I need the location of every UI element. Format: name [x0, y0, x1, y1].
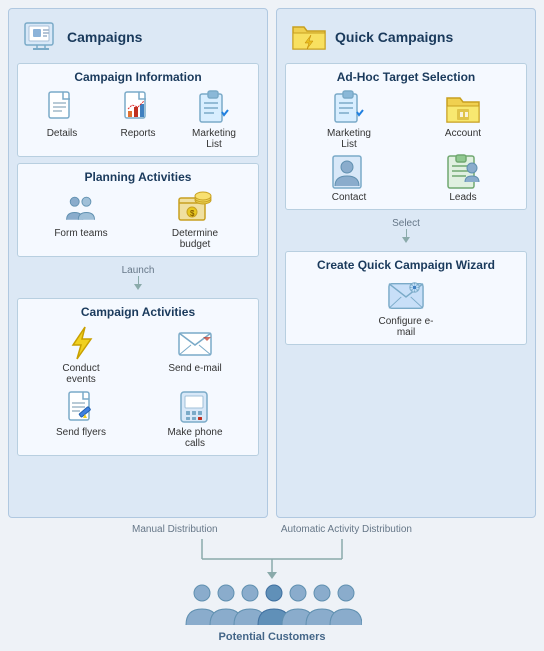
marketing-list-item[interactable]: Marketing List — [184, 90, 244, 150]
adhoc-contact-item[interactable]: Contact — [319, 154, 379, 203]
customers-label: Potential Customers — [219, 631, 326, 643]
merge-arrows-svg — [132, 539, 412, 579]
wizard-icons: Configure e-mail — [294, 278, 518, 338]
budget-label: Determine budget — [165, 228, 225, 250]
adhoc-marketing-list-item[interactable]: Marketing List — [319, 90, 379, 150]
bottom-section: Manual Distribution Automatic Activity D… — [8, 524, 536, 643]
quick-campaigns-title: Quick Campaigns — [335, 29, 453, 45]
adhoc-account-label: Account — [445, 128, 481, 139]
campaigns-title: Campaigns — [67, 29, 142, 45]
phone-icon — [177, 389, 213, 425]
adhoc-marketing-list-label: Marketing List — [319, 128, 379, 150]
details-item[interactable]: Details — [32, 90, 92, 139]
adhoc-title: Ad-Hoc Target Selection — [294, 70, 518, 84]
wizard-box: Create Quick Campaign Wizard — [285, 251, 527, 345]
form-teams-label: Form teams — [54, 228, 107, 239]
campaigns-panel: Campaigns Campaign Information — [8, 8, 268, 518]
customers-section: Potential Customers — [182, 579, 362, 643]
account-icon — [445, 90, 481, 126]
campaign-activities-icons-row2: Send flyers — [26, 389, 250, 449]
configure-email-label: Configure e-mail — [376, 316, 436, 338]
launch-arrow-down — [134, 276, 142, 290]
top-section: Campaigns Campaign Information — [8, 8, 536, 518]
adhoc-contact-label: Contact — [332, 192, 366, 203]
main-container: Campaigns Campaign Information — [0, 0, 544, 651]
planning-activities-box: Planning Activities — [17, 163, 259, 257]
select-label: Select — [392, 218, 420, 229]
quick-campaigns-header: Quick Campaigns — [285, 17, 527, 57]
people-icon — [63, 190, 99, 226]
campaign-info-icons: Details — [26, 90, 250, 150]
lightning-icon — [63, 325, 99, 361]
campaign-activities-icons: Conduct events — [26, 325, 250, 385]
adhoc-box: Ad-Hoc Target Selection — [285, 63, 527, 210]
send-email-item[interactable]: Send e-mail — [165, 325, 225, 374]
planning-activities-title: Planning Activities — [26, 170, 250, 184]
select-arrow: Select — [285, 218, 527, 243]
customers-svg — [182, 579, 362, 629]
planning-icons: Form teams $ — [26, 190, 250, 250]
budget-icon: $ — [177, 190, 213, 226]
reports-item[interactable]: Reports — [108, 90, 168, 139]
conduct-events-label: Conduct events — [51, 363, 111, 385]
flyer-icon — [63, 389, 99, 425]
conduct-events-item[interactable]: Conduct events — [51, 325, 111, 385]
svg-text:$: $ — [190, 209, 195, 218]
marketing-list-icon — [196, 90, 232, 126]
quick-campaigns-header-icon — [289, 19, 329, 55]
campaigns-header: Campaigns — [17, 17, 259, 57]
adhoc-leads-item[interactable]: Leads — [433, 154, 493, 203]
phone-calls-item[interactable]: Make phone calls — [165, 389, 225, 449]
config-email-icon — [388, 278, 424, 314]
campaign-activities-box: Campaign Activities Conduct events — [17, 298, 259, 456]
document-icon — [44, 90, 80, 126]
adhoc-leads-label: Leads — [449, 192, 476, 203]
auto-distribution-label: Automatic Activity Distribution — [281, 524, 412, 535]
manual-distribution-label: Manual Distribution — [132, 524, 218, 535]
quick-campaigns-panel: Quick Campaigns Ad-Hoc Target Selection — [276, 8, 536, 518]
customers-icons-group — [182, 579, 362, 629]
send-flyers-label: Send flyers — [56, 427, 106, 438]
report-icon — [120, 90, 156, 126]
select-arrow-down — [402, 229, 410, 243]
adhoc-account-item[interactable]: Account — [433, 90, 493, 139]
contact-icon — [331, 154, 367, 190]
campaign-info-box: Campaign Information — [17, 63, 259, 157]
details-label: Details — [47, 128, 78, 139]
launch-arrow: Launch — [17, 265, 259, 290]
leads-icon — [445, 154, 481, 190]
adhoc-marketing-list-icon — [331, 90, 367, 126]
form-teams-item[interactable]: Form teams — [51, 190, 111, 239]
wizard-title: Create Quick Campaign Wizard — [294, 258, 518, 272]
adhoc-icons-row2: Contact — [294, 154, 518, 203]
adhoc-icons-row1: Marketing List — [294, 90, 518, 150]
reports-label: Reports — [120, 128, 155, 139]
send-email-label: Send e-mail — [168, 363, 221, 374]
merge-arrows-container — [132, 539, 412, 579]
campaign-info-title: Campaign Information — [26, 70, 250, 84]
budget-item[interactable]: $ Determine budget — [165, 190, 225, 250]
configure-email-item[interactable]: Configure e-mail — [376, 278, 436, 338]
campaigns-header-icon — [21, 19, 61, 55]
phone-calls-label: Make phone calls — [165, 427, 225, 449]
campaign-activities-title: Campaign Activities — [26, 305, 250, 319]
send-flyers-item[interactable]: Send flyers — [51, 389, 111, 438]
marketing-list-label: Marketing List — [184, 128, 244, 150]
bottom-labels: Manual Distribution Automatic Activity D… — [132, 524, 412, 535]
launch-label: Launch — [122, 265, 155, 276]
email-icon — [177, 325, 213, 361]
